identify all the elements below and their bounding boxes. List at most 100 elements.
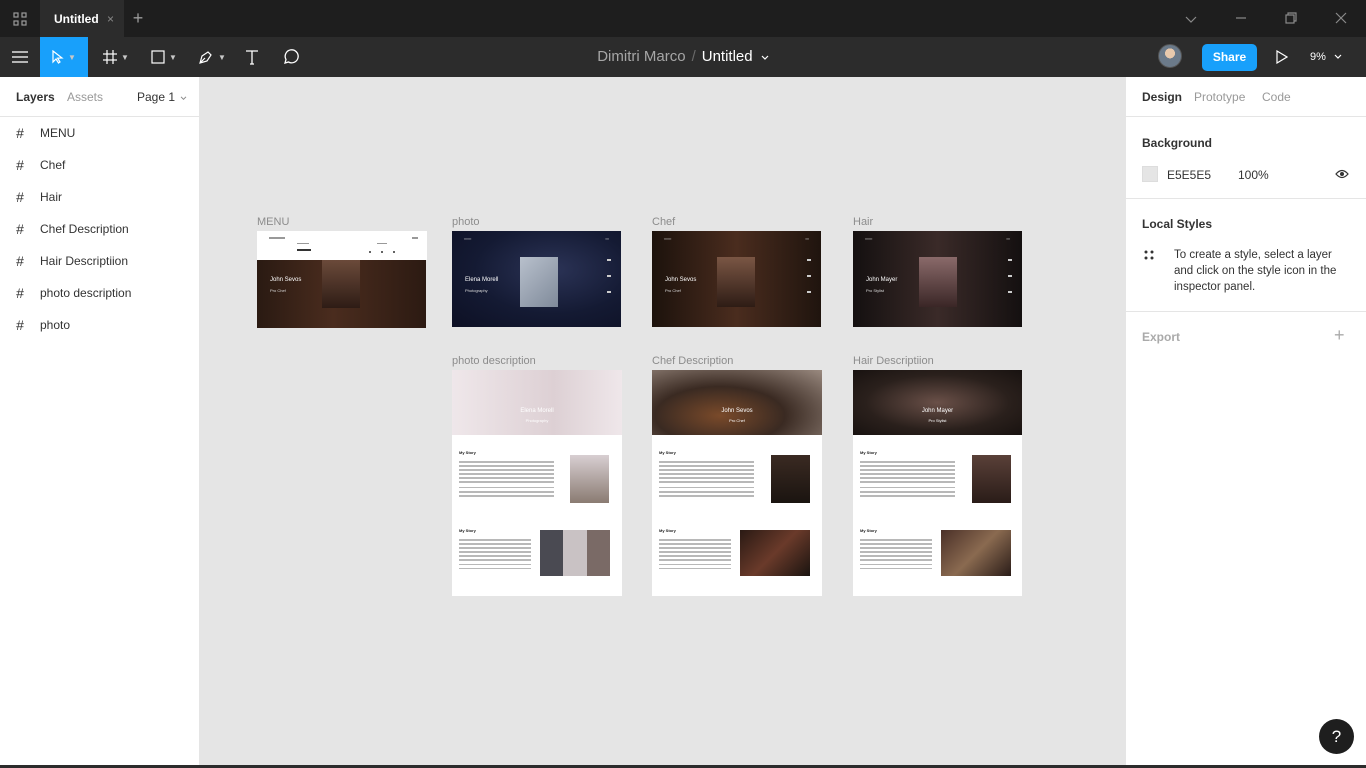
story-heading: My Story (860, 528, 877, 533)
chevron-down-icon[interactable] (1181, 9, 1201, 29)
team-name[interactable]: Dimitri Marco (597, 48, 685, 65)
background-hex-input[interactable]: E5E5E5 (1167, 168, 1211, 182)
hero-name: John Mayer (866, 277, 898, 283)
help-button[interactable]: ? (1319, 719, 1354, 754)
tab-code[interactable]: Code (1262, 90, 1291, 104)
layer-item-photo-description[interactable]: # photo description (0, 277, 200, 309)
main-menu-icon[interactable] (0, 37, 40, 77)
header-name: John Mayer (921, 408, 954, 414)
frame-hair-description[interactable]: John Mayer Pro Stylist My Story My Story (853, 370, 1022, 596)
page-selector[interactable]: Page 1 (137, 90, 187, 104)
shape-tool-button[interactable]: ▼ (144, 37, 184, 77)
frame-label[interactable]: Hair Descriptiion (853, 355, 934, 367)
close-tab-icon[interactable]: × (107, 12, 114, 26)
frame-icon: # (16, 157, 24, 173)
menu-hero: John Sevos Pro Chef (257, 260, 426, 328)
minimize-icon[interactable] (1231, 9, 1251, 29)
comment-tool-button[interactable] (278, 37, 304, 77)
frame-chef[interactable]: ━━━━ ━━ John Sevos Pro Chef (652, 231, 821, 327)
hero-role: Pro Stylist (866, 288, 885, 293)
page-selector-label: Page 1 (137, 90, 176, 104)
left-panel-tabs: Layers Assets Page 1 (0, 77, 199, 117)
frame-icon: # (16, 285, 24, 301)
hair-hero: ━━━━ ━━ John Mayer Pro Stylist (853, 231, 1022, 327)
description-page: John Sevos Pro Chef My Story My Story (652, 370, 822, 596)
tab-prototype[interactable]: Prototype (1194, 90, 1245, 104)
frame-hair[interactable]: ━━━━ ━━ John Mayer Pro Stylist (853, 231, 1022, 327)
canvas[interactable]: MENU John Sevos Pro Chef photo ━━━━ ━━ E… (200, 77, 1125, 768)
cursor-icon (52, 50, 64, 64)
hero-role: Pro Chef (270, 288, 286, 293)
frame-label[interactable]: Chef (652, 216, 675, 228)
story-heading: My Story (860, 450, 877, 455)
hero-role: Pro Chef (665, 288, 681, 293)
layer-item-hair[interactable]: # Hair (0, 181, 200, 213)
background-color-swatch[interactable] (1142, 166, 1158, 182)
avatar[interactable] (1158, 44, 1182, 68)
chevron-down-icon[interactable] (761, 37, 769, 77)
comment-icon (284, 49, 299, 64)
layer-label: MENU (40, 126, 76, 140)
pen-tool-button[interactable]: ▼ (192, 37, 232, 77)
story-image (972, 455, 1011, 503)
story-image (771, 455, 810, 503)
frame-photo-description[interactable]: Elena Morell Photography My Story My Sto… (452, 370, 622, 596)
frame-icon: # (16, 221, 24, 237)
new-tab-button[interactable]: + (128, 8, 148, 28)
present-play-icon[interactable] (1272, 47, 1292, 67)
frame-label[interactable]: photo description (452, 355, 536, 367)
file-tab-title: Untitled (54, 11, 99, 26)
frame-tool-button[interactable]: ▼ (96, 37, 136, 77)
hero-nav: ━━━━ (664, 237, 672, 241)
close-window-icon[interactable] (1331, 9, 1351, 29)
chevron-down-icon: ▼ (68, 52, 76, 62)
tab-layers[interactable]: Layers (16, 90, 55, 104)
frame-label[interactable]: MENU (257, 216, 289, 228)
add-export-button[interactable]: + (1334, 325, 1345, 346)
breadcrumb-separator: / (691, 48, 696, 65)
text-tool-button[interactable] (240, 37, 264, 77)
story-image (941, 530, 1011, 576)
hero-nav: ━━━━ (865, 237, 873, 241)
file-tab[interactable]: Untitled × (40, 0, 124, 37)
tab-assets[interactable]: Assets (67, 90, 103, 104)
description-page: John Mayer Pro Stylist My Story My Story (853, 370, 1022, 596)
frame-icon: # (16, 189, 24, 205)
frame-icon (103, 50, 118, 64)
description-header-image: Elena Morell Photography (452, 370, 622, 435)
frame-label[interactable]: Chef Description (652, 355, 733, 367)
frame-label[interactable]: Hair (853, 216, 873, 228)
chevron-down-icon: ▼ (218, 52, 226, 62)
app-grid-icon[interactable] (0, 0, 40, 37)
layer-item-chef-description[interactable]: # Chef Description (0, 213, 200, 245)
header-name: Elena Morell (520, 408, 554, 414)
chef-hero: ━━━━ ━━ John Sevos Pro Chef (652, 231, 821, 327)
file-name[interactable]: Untitled (702, 48, 753, 65)
local-styles-hint: To create a style, select a layer and cl… (1174, 249, 1337, 293)
portrait-image (520, 257, 558, 307)
background-opacity-input[interactable]: 100% (1238, 168, 1269, 182)
frame-menu[interactable]: John Sevos Pro Chef (257, 231, 427, 328)
right-panel-tabs: Design Prototype Code (1126, 77, 1366, 117)
frame-photo[interactable]: ━━━━ ━━ Elena Morell Photography (452, 231, 621, 327)
story-image (540, 530, 610, 576)
hero-name: John Sevos (270, 277, 302, 283)
zoom-dropdown[interactable]: 9% (1310, 47, 1342, 67)
eye-icon[interactable] (1335, 168, 1349, 182)
restore-icon[interactable] (1281, 9, 1301, 29)
divider (1126, 311, 1366, 312)
divider (1126, 198, 1366, 199)
rectangle-icon (151, 50, 165, 64)
layer-item-chef[interactable]: # Chef (0, 149, 200, 181)
layer-item-hair-description[interactable]: # Hair Descriptiion (0, 245, 200, 277)
layer-item-menu[interactable]: # MENU (0, 117, 200, 149)
hero-menu: ━━ (805, 237, 809, 241)
header-role: Pro Chef (729, 418, 745, 423)
move-tool-button[interactable]: ▼ (40, 37, 88, 77)
share-button[interactable]: Share (1202, 44, 1257, 71)
layer-item-photo[interactable]: # photo (0, 309, 200, 341)
portrait-image (717, 257, 755, 307)
tab-design[interactable]: Design (1142, 90, 1182, 104)
frame-label[interactable]: photo (452, 216, 480, 228)
frame-chef-description[interactable]: John Sevos Pro Chef My Story My Story (652, 370, 822, 596)
